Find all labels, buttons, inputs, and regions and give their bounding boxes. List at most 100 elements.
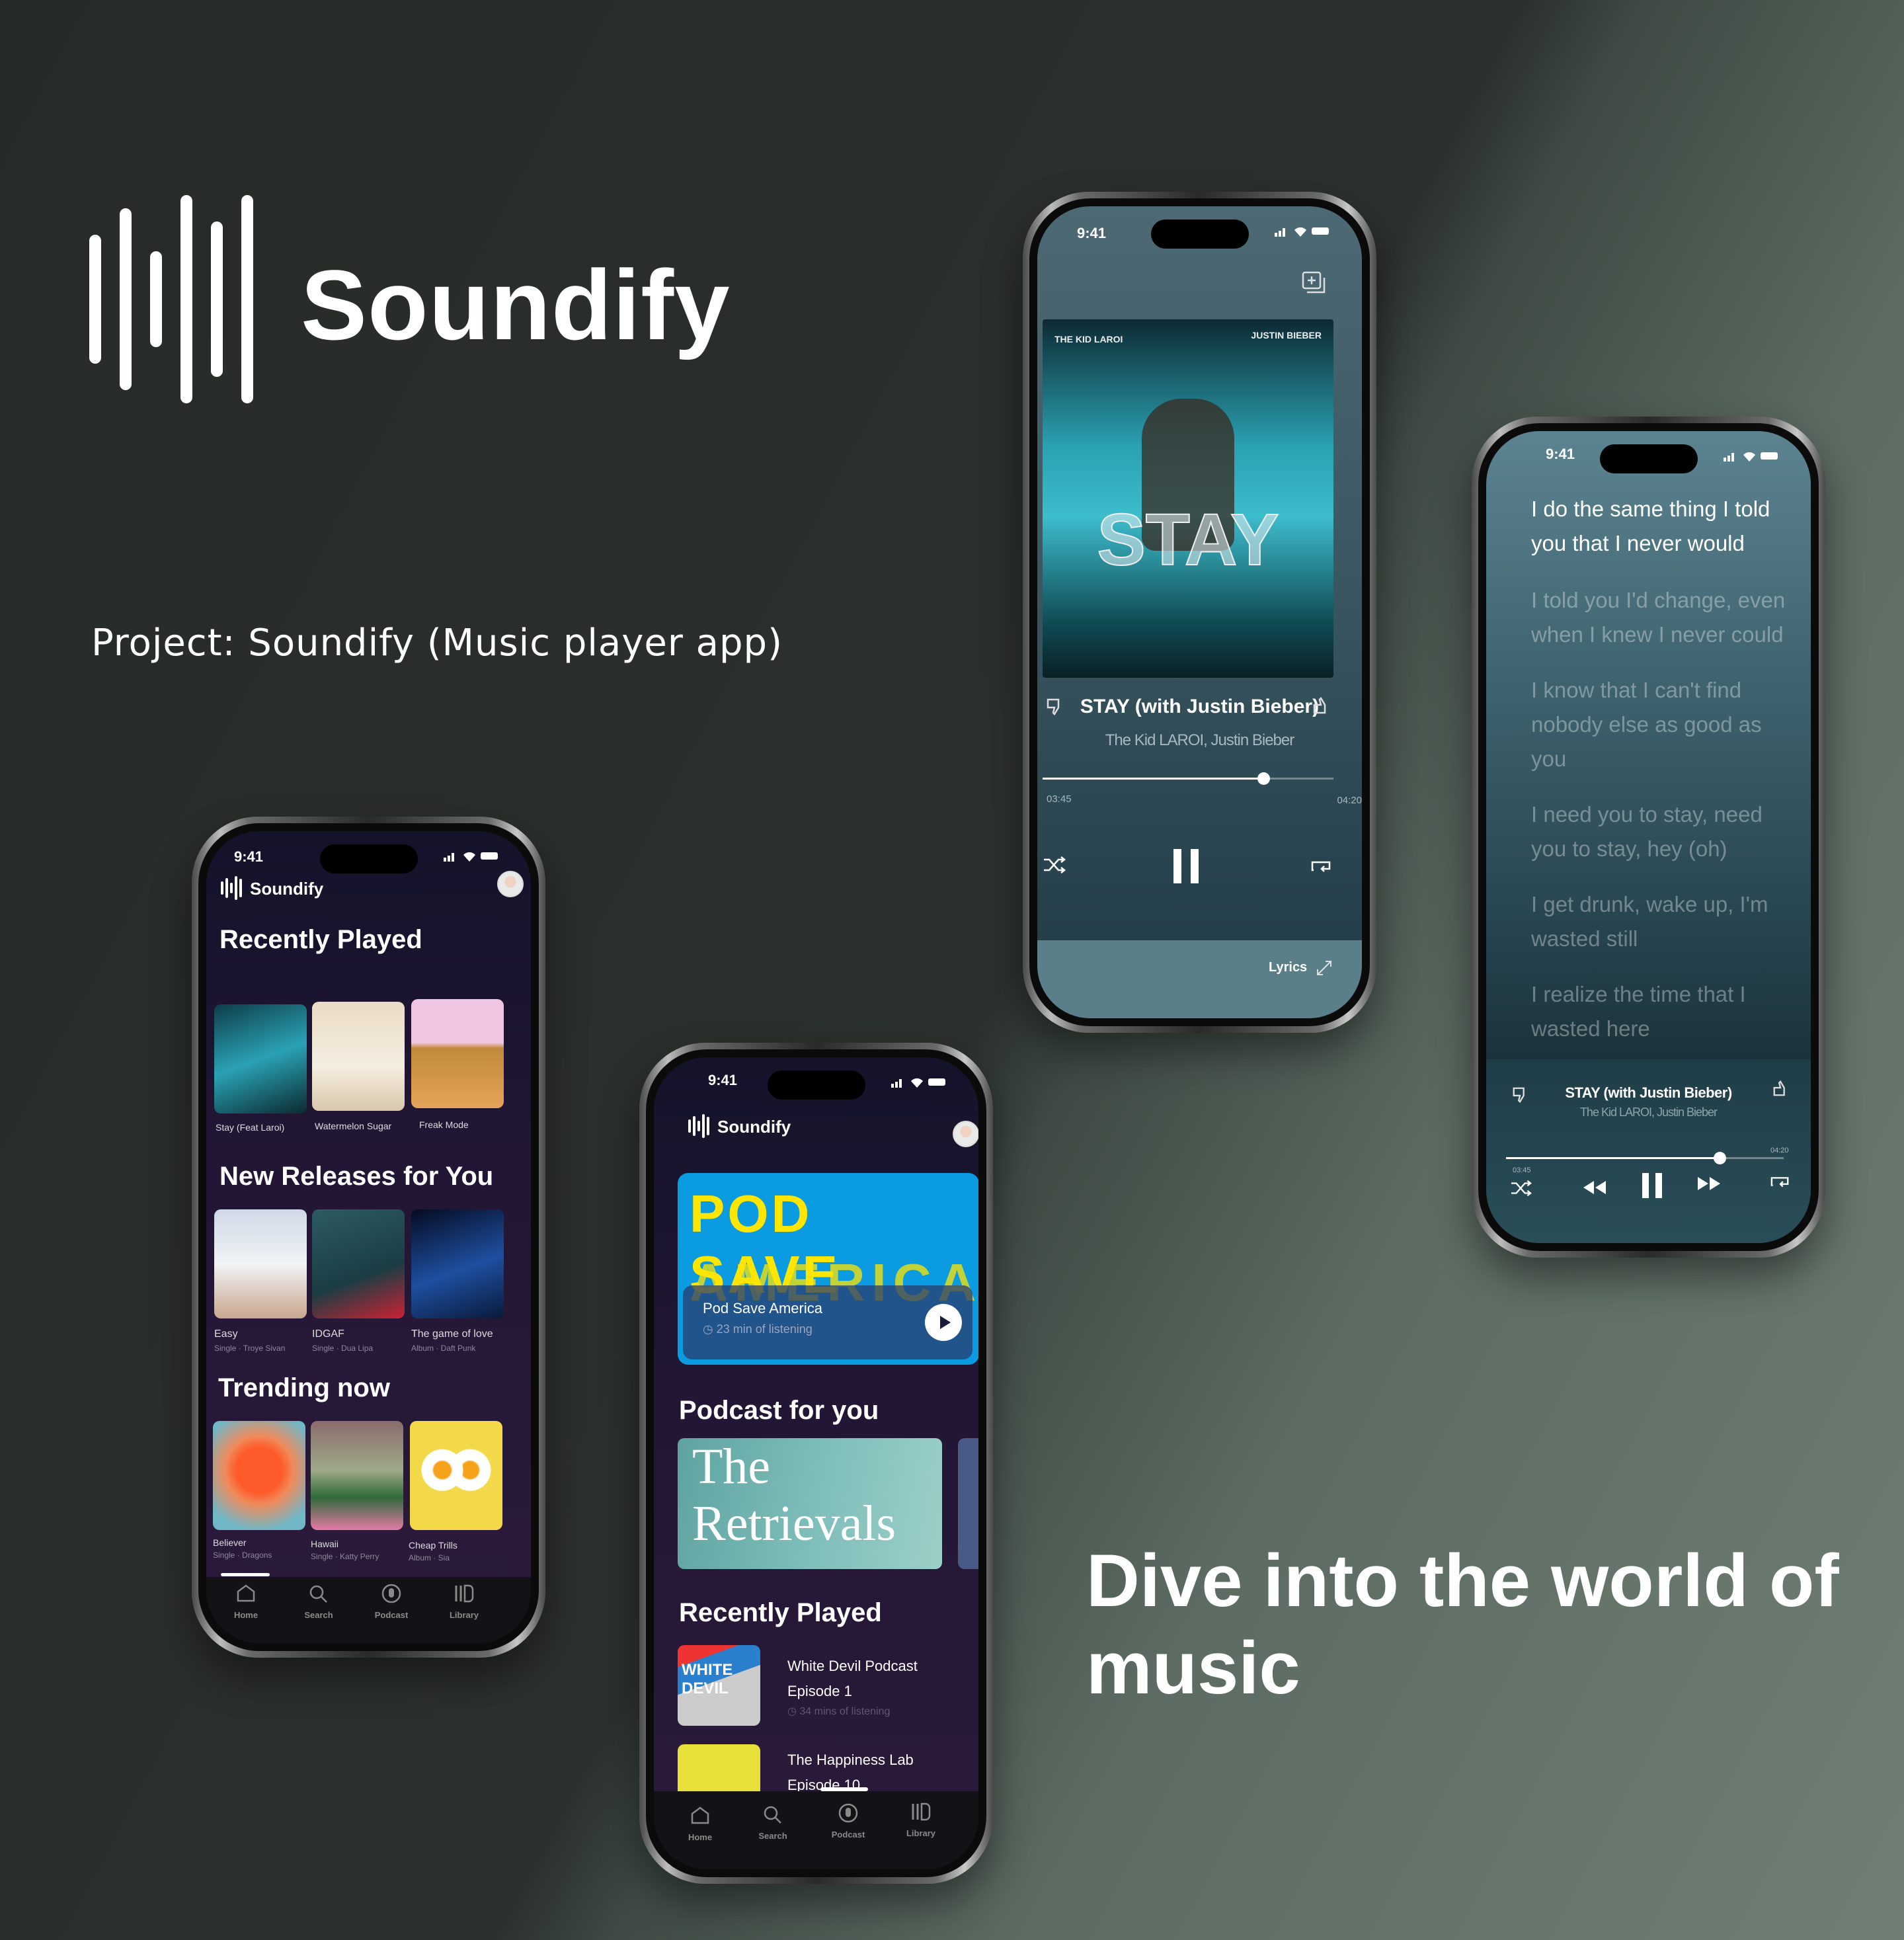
podcast-card[interactable] xyxy=(958,1438,978,1569)
search-icon xyxy=(309,1585,327,1603)
progress-knob[interactable] xyxy=(1257,772,1271,785)
album-tile[interactable] xyxy=(312,1002,405,1111)
album-tile[interactable] xyxy=(410,1421,502,1530)
status-icons xyxy=(1724,452,1778,462)
home-icon xyxy=(691,1806,709,1824)
avatar[interactable] xyxy=(497,871,524,897)
lyrics-bar[interactable]: Lyrics xyxy=(1037,940,1362,1018)
soundify-logo-icon xyxy=(89,195,255,403)
shuffle-icon[interactable] xyxy=(1510,1178,1532,1198)
play-icon xyxy=(940,1316,951,1329)
podcast-thumbnail[interactable] xyxy=(678,1744,760,1797)
album-tile[interactable] xyxy=(411,999,504,1108)
section-title-new-releases: New Releases for You xyxy=(219,1162,494,1191)
progress-slider[interactable] xyxy=(1506,1152,1784,1164)
episode-duration: 34 mins of listening xyxy=(799,1706,891,1717)
album-subtitle: Single · Dragons xyxy=(213,1551,272,1560)
album-title: Stay (Feat Laroi) xyxy=(216,1122,285,1133)
album-art-artist: JUSTIN BIEBER xyxy=(1251,330,1322,341)
shuffle-icon[interactable] xyxy=(1043,854,1066,875)
album-title: Cheap Trills xyxy=(409,1540,457,1551)
nav-search[interactable]: Search xyxy=(292,1584,345,1620)
repeat-icon[interactable] xyxy=(1310,856,1333,877)
album-title: The game of love xyxy=(411,1328,493,1340)
progress-knob[interactable] xyxy=(1714,1152,1727,1164)
total-time: 04:20 xyxy=(1337,795,1362,806)
library-icon xyxy=(912,1802,931,1821)
album-title: Easy xyxy=(214,1328,238,1340)
status-icons xyxy=(891,1078,945,1088)
phone-player-screen: 9:41 THE KID LAROI JUSTIN BIEBER STAY ST… xyxy=(1023,192,1376,1033)
album-title: Believer xyxy=(213,1537,247,1548)
album-tile[interactable] xyxy=(311,1421,403,1530)
podcast-thumbnail[interactable]: WHITE DEVIL xyxy=(678,1645,760,1726)
expand-icon[interactable] xyxy=(1315,959,1333,977)
album-tile[interactable] xyxy=(214,1004,307,1113)
pause-icon xyxy=(1173,849,1199,883)
like-icon[interactable] xyxy=(1312,696,1331,715)
nav-home[interactable]: Home xyxy=(219,1584,272,1620)
track-title: STAY (with Justin Bieber) xyxy=(1565,1084,1732,1101)
rewind-icon[interactable] xyxy=(1582,1178,1607,1197)
active-tab-indicator xyxy=(221,1573,270,1576)
track-artists: The Kid LAROI, Justin Bieber xyxy=(1579,1106,1718,1119)
progress-fill xyxy=(1506,1157,1720,1159)
lyrics-stanza[interactable]: I need you to stay, need you to stay, hey… xyxy=(1531,797,1763,866)
progress-slider[interactable] xyxy=(1043,772,1333,785)
avatar[interactable] xyxy=(953,1121,978,1147)
album-tile[interactable] xyxy=(312,1209,405,1318)
pause-button[interactable] xyxy=(1170,848,1204,885)
featured-info-card: Pod Save America ◷ 23 min of listening xyxy=(683,1285,972,1359)
bottom-nav: Home Search Podcast Library xyxy=(206,1573,531,1643)
repeat-icon[interactable] xyxy=(1769,1172,1792,1192)
home-icon xyxy=(237,1584,255,1602)
active-tab-indicator xyxy=(820,1787,868,1791)
featured-podcast-banner[interactable]: POD SAVE AMERICA Pod Save America ◷ 23 m… xyxy=(678,1173,978,1365)
lyrics-stanza[interactable]: I told you I'd change, even when I knew I… xyxy=(1531,583,1785,652)
app-logo-icon xyxy=(221,876,245,900)
nav-search[interactable]: Search xyxy=(746,1804,799,1841)
bottom-nav: Home Search Podcast Library xyxy=(654,1787,978,1869)
lyrics-stanza[interactable]: I realize the time that Iwasted here xyxy=(1531,977,1746,1046)
play-button[interactable] xyxy=(925,1304,962,1341)
nav-home[interactable]: Home xyxy=(674,1806,727,1842)
section-title-recently-played: Recently Played xyxy=(679,1598,882,1627)
nav-podcast[interactable]: Podcast xyxy=(822,1803,875,1839)
phone-lyrics-screen: 9:41 I do the same thing I told you that … xyxy=(1472,417,1825,1258)
nav-podcast[interactable]: Podcast xyxy=(365,1584,418,1620)
project-label: Project: Soundify (Music player app) xyxy=(91,622,783,665)
search-icon xyxy=(764,1806,781,1824)
lyrics-stanza[interactable]: I know that I can't find nobody else as g… xyxy=(1531,673,1762,776)
lyrics-stanza[interactable]: I do the same thing I told you that I nev… xyxy=(1531,492,1770,561)
clock-icon: ◷ xyxy=(787,1706,800,1717)
podcast-card-art-text: The Retrievals xyxy=(692,1439,896,1551)
album-subtitle: Album · Sia xyxy=(409,1553,450,1562)
featured-title: Pod Save America xyxy=(703,1300,822,1316)
fast-forward-icon[interactable] xyxy=(1696,1174,1722,1193)
album-tile[interactable] xyxy=(214,1209,307,1318)
album-art: THE KID LAROI JUSTIN BIEBER STAY xyxy=(1043,319,1333,678)
tagline: Dive into the world of music xyxy=(1086,1539,1839,1709)
app-logo-icon xyxy=(688,1114,712,1138)
album-art-artist: THE KID LAROI xyxy=(1054,334,1123,344)
total-time: 04:20 xyxy=(1770,1147,1789,1154)
nav-library[interactable]: Library xyxy=(894,1802,947,1838)
app-name: Soundify xyxy=(250,879,324,899)
album-subtitle: Single · Katty Perry xyxy=(311,1552,379,1561)
like-icon[interactable] xyxy=(1772,1079,1790,1098)
nav-library[interactable]: Library xyxy=(438,1584,491,1620)
lyrics-stanza[interactable]: I get drunk, wake up, I'm wasted still xyxy=(1531,887,1768,956)
phone-podcast-screen: 9:41 Soundify POD SAVE AMERICA Pod Save … xyxy=(639,1043,993,1884)
podcast-card[interactable]: The Retrievals xyxy=(678,1438,942,1569)
app-name: Soundify xyxy=(717,1117,791,1137)
podcast-icon xyxy=(838,1803,858,1823)
album-tile[interactable] xyxy=(213,1421,305,1530)
album-tile[interactable] xyxy=(411,1209,504,1318)
brand-name: Soundify xyxy=(301,249,731,360)
add-to-queue-icon[interactable] xyxy=(1300,270,1327,296)
elapsed-time: 03:45 xyxy=(1047,793,1072,805)
track-artists: The Kid LAROI, Justin Bieber xyxy=(1105,731,1294,749)
featured-duration: ◷ 23 min of listening xyxy=(703,1322,813,1336)
elapsed-time: 03:45 xyxy=(1513,1166,1531,1174)
pause-icon[interactable] xyxy=(1641,1172,1663,1199)
